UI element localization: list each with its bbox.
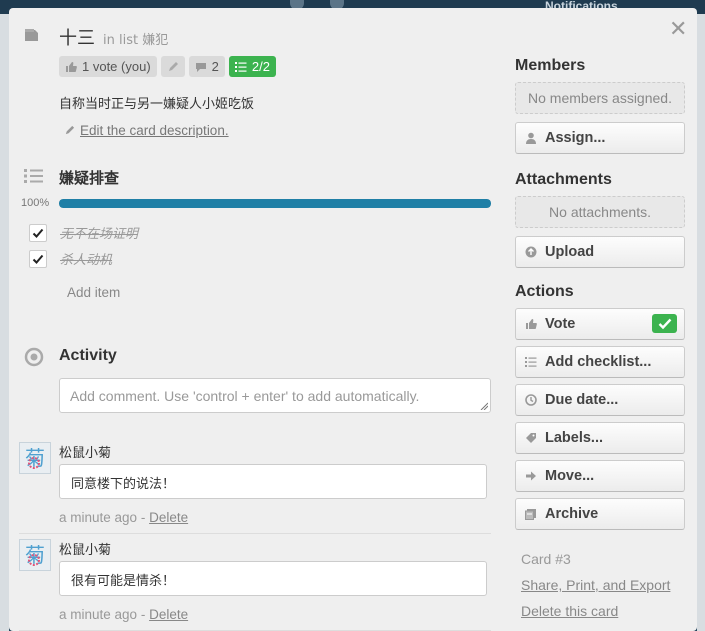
resize-grip-icon[interactable] (480, 402, 488, 410)
card-list-name[interactable]: in list 嫌犯 (103, 29, 168, 48)
delete-card-link[interactable]: Delete this card (521, 603, 618, 619)
comment-separator (19, 533, 491, 534)
archive-icon (525, 509, 536, 520)
description-badge (160, 56, 185, 77)
checklist-percent: 100% (21, 197, 50, 209)
attachments-empty: No attachments. (515, 196, 685, 228)
checklist-item[interactable]: 无不在场证明 (29, 223, 138, 242)
board-list-right (697, 14, 705, 631)
comment-item: 菊 松鼠小菊 同意楼下的说法！ a minute ago - Delete (19, 442, 491, 534)
checklist-item-checkbox[interactable] (29, 223, 47, 242)
svg-text:菊: 菊 (25, 446, 45, 470)
checklist-icon (234, 61, 247, 72)
upload-icon (525, 246, 537, 258)
due-date-button-label: Due date... (545, 392, 619, 408)
activity-title: Activity (59, 347, 117, 364)
comment-time: a minute ago (59, 510, 138, 525)
comment-meta: a minute ago - Delete (59, 510, 189, 525)
comment-input-placeholder: Add comment. Use 'control + enter' to ad… (70, 388, 420, 404)
votes-badge: 1 vote (you) (59, 56, 157, 77)
move-button[interactable]: Move... (515, 460, 685, 492)
vote-checked-indicator (652, 314, 677, 333)
checklist-icon (24, 168, 44, 187)
comment-delete-link[interactable]: Delete (149, 607, 188, 622)
thumbs-up-icon (66, 61, 77, 72)
vote-button[interactable]: Vote (515, 308, 685, 340)
avatar[interactable]: 菊 (19, 539, 51, 571)
checklist-item-checkbox[interactable] (29, 249, 47, 268)
actions-heading: Actions (515, 283, 574, 300)
comment-time: a minute ago (59, 607, 138, 622)
checkmark-icon (658, 318, 671, 329)
comment-item: 菊 松鼠小菊 很有可能是情杀！ a minute ago - Delete (19, 539, 491, 631)
due-date-button[interactable]: Due date... (515, 384, 685, 416)
move-button-label: Move... (545, 468, 595, 484)
checklist-progress-fill (59, 199, 491, 208)
upload-button-label: Upload (545, 244, 595, 260)
checkmark-icon (32, 254, 44, 264)
tag-icon (526, 433, 536, 443)
archive-button[interactable]: Archive (515, 498, 685, 530)
upload-button[interactable]: Upload (515, 236, 685, 268)
checklist-badge-count: 2/2 (251, 59, 270, 74)
pencil-icon (65, 125, 75, 135)
comment-input[interactable]: Add comment. Use 'control + enter' to ad… (59, 378, 491, 413)
pencil-icon (168, 61, 178, 71)
card-description[interactable]: 自称当时正与另一嫌疑人小姬吃饭 (59, 93, 254, 112)
comment-body[interactable]: 同意楼下的说法！ (59, 464, 487, 499)
vote-button-label: Vote (545, 316, 576, 332)
share-print-export-link[interactable]: Share, Print, and Export (521, 577, 670, 593)
add-item-link[interactable]: Add item (67, 285, 120, 300)
card-number: Card #3 (521, 551, 571, 567)
card-detail-dialog: ✕ 十三 in list 嫌犯 1 vote (you) 2 2/2 自称当时正… (9, 8, 697, 631)
attachments-heading: Attachments (515, 171, 612, 188)
members-heading: Members (515, 57, 586, 74)
close-icon[interactable]: ✕ (669, 18, 687, 40)
avatar[interactable]: 菊 (19, 442, 51, 474)
comments-badge-count: 2 (211, 59, 219, 74)
comment-body[interactable]: 很有可能是情杀！ (59, 561, 487, 596)
checklist-icon (525, 357, 537, 367)
activity-icon (24, 347, 44, 370)
labels-button[interactable]: Labels... (515, 422, 685, 454)
clock-icon (525, 394, 537, 406)
checklist-title[interactable]: 嫌疑排查 (59, 167, 119, 188)
assign-button[interactable]: Assign... (515, 122, 685, 154)
edit-description-label[interactable]: Edit the card description. (80, 123, 229, 138)
arrow-right-icon (526, 471, 536, 481)
comment-delete-link[interactable]: Delete (149, 510, 188, 525)
votes-badge-label: 1 vote (you) (82, 59, 151, 74)
checkmark-icon (32, 228, 44, 238)
checklist-item[interactable]: 杀人动机 (29, 249, 112, 268)
thumbs-up-icon (526, 319, 537, 329)
checklist-progress-bar (59, 199, 491, 208)
svg-text:菊: 菊 (25, 543, 45, 567)
speech-bubble-icon (195, 62, 206, 72)
comment-meta: a minute ago - Delete (59, 607, 189, 622)
board-list-left (0, 14, 9, 631)
checklist-item-text[interactable]: 杀人动机 (60, 249, 112, 268)
archive-button-label: Archive (545, 506, 599, 522)
checklist-badge: 2/2 (228, 56, 276, 77)
add-checklist-button-label: Add checklist... (545, 354, 652, 370)
comments-badge: 2 (188, 56, 225, 77)
person-icon (526, 132, 536, 144)
add-checklist-button[interactable]: Add checklist... (515, 346, 685, 378)
members-empty: No members assigned. (515, 82, 685, 114)
assign-button-label: Assign... (545, 130, 606, 146)
comment-author[interactable]: 松鼠小菊 (59, 539, 111, 558)
edit-description-link[interactable]: Edit the card description. (64, 123, 229, 138)
card-title[interactable]: 十三 (59, 24, 95, 50)
comment-author[interactable]: 松鼠小菊 (59, 442, 111, 461)
labels-button-label: Labels... (545, 430, 604, 446)
card-icon (24, 28, 42, 42)
card-badges: 1 vote (you) 2 2/2 (59, 56, 276, 77)
checklist-item-text[interactable]: 无不在场证明 (60, 223, 138, 242)
